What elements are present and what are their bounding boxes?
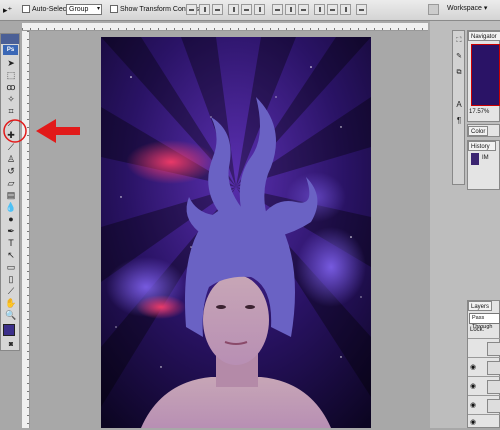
history-panel: History IM — [467, 140, 500, 190]
distribute-top-icon[interactable] — [272, 4, 283, 15]
eyedropper-tool-icon[interactable]: ⟋ — [5, 285, 17, 297]
distribute-bottom-icon[interactable] — [298, 4, 309, 15]
quick-mask-icon[interactable]: ◙ — [5, 339, 17, 351]
panel-icon-strip: ⛶ ✎ ⧉ A ¶ — [452, 30, 465, 185]
eye-icon[interactable]: ◉ — [470, 382, 476, 390]
navigator-zoom[interactable]: 17.57% — [469, 109, 489, 115]
blend-mode-dropdown[interactable]: Pass Through — [469, 313, 500, 330]
brushes-icon[interactable]: ✎ — [453, 51, 465, 63]
distribute-right-icon[interactable] — [340, 4, 351, 15]
artwork-image — [101, 37, 371, 428]
align-horizontal-center-icon[interactable] — [241, 4, 252, 15]
path-selection-tool-icon[interactable]: ↖ — [5, 249, 17, 261]
distribute-center-icon[interactable] — [285, 4, 296, 15]
document-canvas[interactable] — [101, 37, 371, 428]
panel-dock-icon[interactable] — [428, 4, 439, 15]
align-bottom-icon[interactable] — [212, 4, 223, 15]
paragraph-icon[interactable]: ¶ — [453, 115, 465, 127]
tab-history[interactable]: History — [468, 141, 496, 151]
eye-icon[interactable]: ◉ — [470, 363, 476, 371]
blur-tool-icon[interactable]: 💧 — [5, 201, 17, 213]
navigator-panel: Navigator 17.57% — [467, 30, 500, 122]
history-snapshot-thumbnail[interactable] — [471, 153, 479, 165]
layer-row[interactable]: ◉ — [468, 395, 500, 414]
eye-icon[interactable]: ◉ — [470, 418, 476, 426]
chevron-down-icon: ▾ — [483, 5, 488, 12]
auto-align-icon[interactable] — [356, 4, 367, 15]
eye-icon[interactable]: ◉ — [470, 401, 476, 409]
annotation-arrow — [36, 119, 80, 143]
workspace-menu[interactable]: Workspace ▾ — [447, 4, 487, 12]
history-brush-tool-icon[interactable]: ↺ — [5, 165, 17, 177]
gradient-tool-icon[interactable]: ▤ — [5, 189, 17, 201]
annotation-circle — [3, 119, 27, 143]
notes-tool-icon[interactable]: ▯ — [5, 273, 17, 285]
tab-layers[interactable]: Layers — [468, 301, 492, 311]
dodge-tool-icon[interactable]: ● — [5, 213, 17, 225]
pen-tool-icon[interactable]: ✒ — [5, 225, 17, 237]
color-panel: Color — [467, 124, 500, 137]
lock-label: Lock: — [470, 327, 485, 333]
layer-thumbnail — [487, 361, 500, 375]
distribute-hcenter-icon[interactable] — [327, 4, 338, 15]
foreground-color-swatch[interactable] — [3, 324, 15, 336]
align-right-icon[interactable] — [254, 4, 265, 15]
distribute-left-icon[interactable] — [314, 4, 325, 15]
layer-thumbnail — [487, 342, 500, 356]
shape-tool-icon[interactable]: ▭ — [5, 261, 17, 273]
history-item-label[interactable]: IM — [482, 155, 489, 161]
layer-thumbnail — [487, 380, 500, 394]
layer-row[interactable] — [468, 338, 500, 357]
layer-row[interactable]: ◉ — [468, 376, 500, 395]
workspace-label: Workspace — [447, 5, 482, 12]
tab-color[interactable]: Color — [468, 126, 488, 136]
align-left-icon[interactable] — [228, 4, 239, 15]
clone-source-icon[interactable]: ⧉ — [453, 67, 465, 79]
hand-tool-icon[interactable]: ✋ — [5, 297, 17, 309]
layer-thumbnail — [487, 399, 500, 413]
zoom-tool-icon[interactable]: 🔍 — [5, 309, 17, 321]
align-top-icon[interactable] — [186, 4, 197, 15]
tab-navigator[interactable]: Navigator — [468, 31, 500, 41]
eraser-tool-icon[interactable]: ▱ — [5, 177, 17, 189]
align-vertical-center-icon[interactable] — [199, 4, 210, 15]
layers-panel: Layers Pass Through Lock: ◉ ◉ ◉ ◉ — [467, 300, 500, 428]
type-tool-icon[interactable]: T — [5, 237, 17, 249]
layer-row[interactable]: ◉ — [468, 357, 500, 376]
navigator-thumbnail[interactable] — [471, 44, 500, 106]
character-icon[interactable]: A — [453, 99, 465, 111]
tool-presets-icon[interactable]: ⛶ — [453, 35, 465, 47]
